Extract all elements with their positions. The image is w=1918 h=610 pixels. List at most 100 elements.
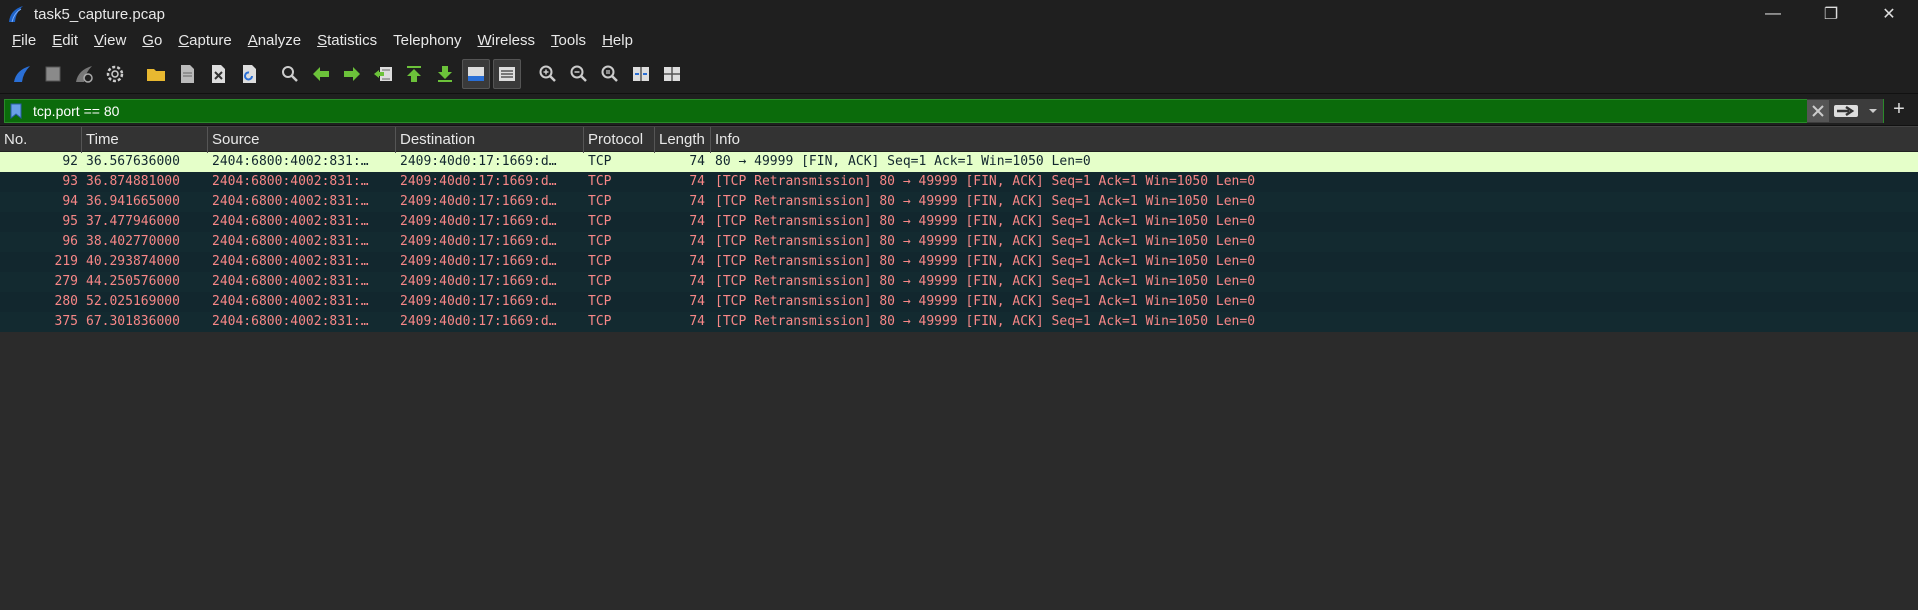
chevron-down-icon — [1869, 108, 1877, 113]
add-filter-button[interactable]: + — [1884, 98, 1914, 121]
zoom-reset-icon — [601, 65, 618, 82]
packet-time: 44.250576000 — [86, 274, 180, 289]
close-button[interactable]: ✕ — [1860, 0, 1918, 28]
packet-no: 280 — [54, 294, 78, 309]
packet-source: 2404:6800:4002:831:… — [212, 154, 369, 169]
main-toolbar — [0, 54, 1918, 94]
packet-protocol: TCP — [588, 314, 612, 329]
restart-capture-button[interactable] — [70, 59, 98, 89]
apply-filter-button[interactable] — [1829, 100, 1863, 122]
packet-source: 2404:6800:4002:831:… — [212, 314, 369, 329]
filter-bookmark-button[interactable] — [5, 100, 27, 122]
column-header-destination[interactable]: Destination — [396, 127, 584, 153]
packet-row[interactable]: 96 38.402770000 2404:6800:4002:831:… 240… — [0, 232, 1918, 252]
packet-no: 94 — [62, 194, 78, 209]
auto-scroll-button[interactable] — [462, 58, 490, 89]
column-header-protocol[interactable]: Protocol — [584, 127, 655, 153]
packet-no: 279 — [54, 274, 78, 289]
zoom-out-button[interactable] — [565, 59, 593, 89]
restart-fin-icon — [76, 65, 93, 83]
packet-destination: 2409:40d0:17:1669:d… — [400, 294, 557, 309]
gear-icon — [106, 65, 124, 82]
resize-columns-button[interactable] — [627, 59, 655, 89]
colorize-icon — [499, 66, 515, 81]
menu-wireless[interactable]: Wireless — [470, 28, 544, 54]
save-file-button[interactable] — [173, 59, 201, 89]
last-packet-button[interactable] — [431, 59, 459, 89]
menu-bar: File Edit View Go Capture Analyze Statis… — [0, 28, 1918, 54]
packet-time: 67.301836000 — [86, 314, 180, 329]
stop-capture-button[interactable] — [39, 59, 67, 89]
capture-options-button[interactable] — [101, 59, 129, 89]
menu-capture[interactable]: Capture — [170, 28, 239, 54]
packet-source: 2404:6800:4002:831:… — [212, 194, 369, 209]
column-header-source[interactable]: Source — [208, 127, 396, 153]
display-filter-bar: + — [0, 94, 1918, 126]
packet-length: 74 — [689, 214, 705, 229]
packet-protocol: TCP — [588, 214, 612, 229]
column-header-no[interactable]: No. — [0, 127, 82, 153]
find-packet-button[interactable] — [276, 59, 304, 89]
packet-source: 2404:6800:4002:831:… — [212, 294, 369, 309]
packet-destination: 2409:40d0:17:1669:d… — [400, 274, 557, 289]
open-file-button[interactable] — [142, 59, 170, 89]
packet-row[interactable]: 375 67.301836000 2404:6800:4002:831:… 24… — [0, 312, 1918, 332]
packet-no: 95 — [62, 214, 78, 229]
arrow-right-icon — [1834, 104, 1858, 117]
layout-button[interactable] — [658, 59, 686, 89]
filter-buttons — [1807, 98, 1883, 123]
menu-tools[interactable]: Tools — [543, 28, 594, 54]
start-capture-button[interactable] — [8, 59, 36, 89]
minimize-button[interactable]: — — [1744, 0, 1802, 28]
file-icon — [181, 64, 194, 83]
display-filter-input[interactable] — [27, 99, 1807, 122]
menu-telephony[interactable]: Telephony — [385, 28, 469, 54]
window-controls: — ❐ ✕ — [1744, 0, 1918, 28]
packet-row[interactable]: 279 44.250576000 2404:6800:4002:831:… 24… — [0, 272, 1918, 292]
packet-info: 80 → 49999 [FIN, ACK] Seq=1 Ack=1 Win=10… — [715, 154, 1091, 169]
go-back-button[interactable] — [307, 59, 335, 89]
packet-row[interactable]: 92 36.567636000 2404:6800:4002:831:… 240… — [0, 152, 1918, 172]
packet-row[interactable]: 219 40.293874000 2404:6800:4002:831:… 24… — [0, 252, 1918, 272]
packet-length: 74 — [689, 154, 705, 169]
go-to-packet-button[interactable] — [369, 59, 397, 89]
restore-button[interactable]: ❐ — [1802, 0, 1860, 28]
column-header-info[interactable]: Info — [711, 127, 1918, 153]
zoom-reset-button[interactable] — [596, 59, 624, 89]
packet-info: [TCP Retransmission] 80 → 49999 [FIN, AC… — [715, 214, 1256, 229]
zoom-in-button[interactable] — [534, 59, 562, 89]
packet-row[interactable]: 93 36.874881000 2404:6800:4002:831:… 240… — [0, 172, 1918, 192]
arrow-bottom-icon — [438, 65, 452, 82]
close-file-button[interactable] — [204, 59, 232, 89]
packet-time: 52.025169000 — [86, 294, 180, 309]
menu-go[interactable]: Go — [134, 28, 170, 54]
reload-file-button[interactable] — [235, 59, 263, 89]
packet-row[interactable]: 94 36.941665000 2404:6800:4002:831:… 240… — [0, 192, 1918, 212]
stop-icon — [45, 66, 61, 81]
colorize-button[interactable] — [493, 58, 521, 89]
search-icon — [282, 65, 298, 82]
packet-no: 375 — [54, 314, 78, 329]
packet-no: 219 — [54, 254, 78, 269]
first-packet-button[interactable] — [400, 59, 428, 89]
packet-length: 74 — [689, 174, 705, 189]
menu-edit[interactable]: Edit — [44, 28, 86, 54]
menu-statistics[interactable]: Statistics — [309, 28, 385, 54]
packet-protocol: TCP — [588, 294, 612, 309]
recent-filters-dropdown[interactable] — [1863, 100, 1883, 122]
menu-view[interactable]: View — [86, 28, 134, 54]
column-header-length[interactable]: Length — [655, 127, 711, 153]
column-header-time[interactable]: Time — [82, 127, 208, 153]
packet-destination: 2409:40d0:17:1669:d… — [400, 254, 557, 269]
packet-row[interactable]: 280 52.025169000 2404:6800:4002:831:… 24… — [0, 292, 1918, 312]
menu-help[interactable]: Help — [594, 28, 641, 54]
packet-source: 2404:6800:4002:831:… — [212, 214, 369, 229]
go-forward-button[interactable] — [338, 59, 366, 89]
clear-filter-button[interactable] — [1807, 99, 1829, 122]
packet-protocol: TCP — [588, 234, 612, 249]
packet-row[interactable]: 95 37.477946000 2404:6800:4002:831:… 240… — [0, 212, 1918, 232]
menu-analyze[interactable]: Analyze — [240, 28, 309, 54]
window-title: task5_capture.pcap — [34, 5, 165, 23]
packet-protocol: TCP — [588, 174, 612, 189]
menu-file[interactable]: File — [4, 28, 44, 54]
